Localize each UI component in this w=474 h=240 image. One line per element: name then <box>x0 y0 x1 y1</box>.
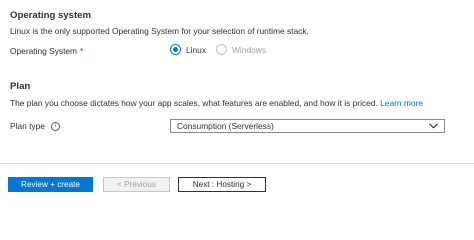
plan-section-description: The plan you choose dictates how your ap… <box>10 98 423 108</box>
os-section-description: Linux is the only supported Operating Sy… <box>10 26 309 36</box>
radio-linux-label: Linux <box>186 44 207 55</box>
radio-option-windows: Windows <box>216 44 266 55</box>
footer-divider <box>0 163 474 164</box>
plan-type-label-text: Plan type <box>10 121 45 131</box>
plan-type-dropdown[interactable]: Consumption (Serverless) <box>170 119 445 133</box>
review-create-button[interactable]: Review + create <box>8 177 93 192</box>
operating-system-radio-group: Linux Windows <box>170 44 276 55</box>
radio-selected-dot <box>173 47 178 52</box>
radio-option-linux[interactable]: Linux <box>170 44 206 55</box>
radio-windows-label: Windows <box>232 44 267 55</box>
radio-linux[interactable] <box>170 44 181 55</box>
previous-button: < Previous <box>103 177 170 192</box>
plan-description-text: The plan you choose dictates how your ap… <box>10 98 378 108</box>
os-section-title: Operating system <box>10 10 92 21</box>
plan-section-title: Plan <box>10 81 31 92</box>
required-marker: * <box>80 46 84 56</box>
operating-system-label: Operating System * <box>10 46 83 56</box>
learn-more-link[interactable]: Learn more <box>380 98 423 108</box>
next-hosting-button[interactable]: Next : Hosting > <box>178 177 266 192</box>
chevron-down-icon <box>429 121 438 131</box>
info-icon[interactable]: i <box>50 121 60 131</box>
plan-type-selected-value: Consumption (Serverless) <box>177 121 274 131</box>
operating-system-label-text: Operating System <box>10 46 78 56</box>
plan-type-label: Plan type i <box>10 121 60 131</box>
radio-windows <box>216 44 228 55</box>
